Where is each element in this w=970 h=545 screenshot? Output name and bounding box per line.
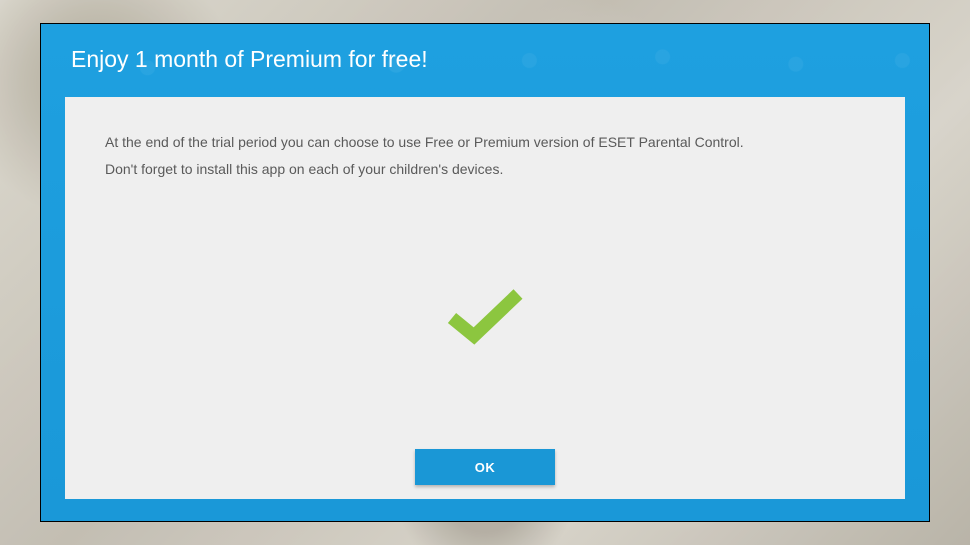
- dialog-title: Enjoy 1 month of Premium for free!: [71, 46, 899, 73]
- trial-description-line2: Don't forget to install this app on each…: [105, 156, 865, 183]
- ok-button[interactable]: OK: [415, 449, 555, 485]
- dialog-button-row: OK: [105, 449, 865, 499]
- dialog-footer-spacer: [41, 499, 929, 521]
- success-indicator-area: [105, 182, 865, 449]
- premium-trial-dialog: Enjoy 1 month of Premium for free! At th…: [40, 23, 930, 522]
- checkmark-icon: [446, 286, 524, 346]
- trial-description-line1: At the end of the trial period you can c…: [105, 129, 865, 156]
- dialog-header: Enjoy 1 month of Premium for free!: [41, 24, 929, 97]
- dialog-body: At the end of the trial period you can c…: [65, 97, 905, 499]
